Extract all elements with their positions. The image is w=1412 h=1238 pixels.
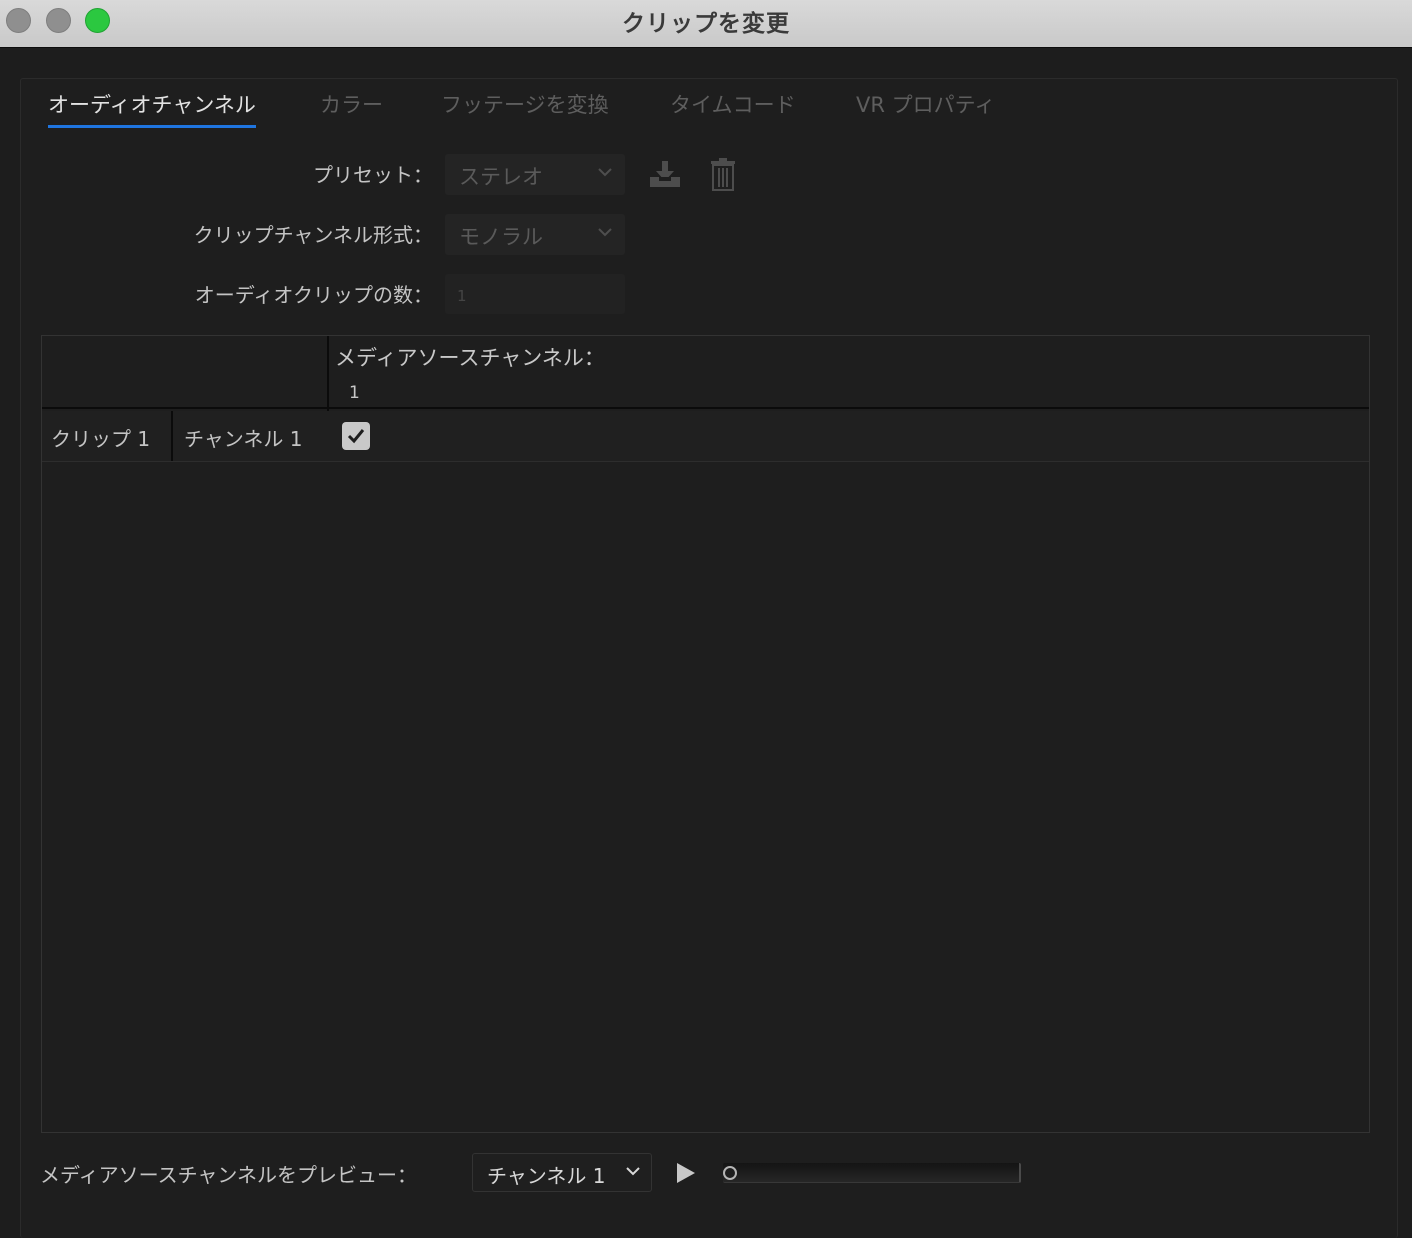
clip-cell: クリップ 1 [51, 427, 151, 451]
audio-clip-count-label: オーディオクリップの数： [194, 283, 433, 307]
tab-color[interactable]: カラー [320, 89, 383, 125]
main-panel: オーディオチャンネル カラー フッテージを変換 タイムコード VR プロパティ … [20, 78, 1398, 1238]
preview-label: メディアソースチャンネルをプレビュー： [40, 1163, 417, 1187]
grid-header: メディアソースチャンネル： 1 [42, 336, 1369, 409]
chevron-down-icon [598, 168, 612, 177]
dialog-content: オーディオチャンネル カラー フッテージを変換 タイムコード VR プロパティ … [0, 49, 1412, 1238]
clip-channel-format-value: モノラル [459, 225, 543, 249]
preview-playback-slider[interactable] [723, 1163, 1021, 1183]
source-channel-number: 1 [349, 383, 360, 403]
chevron-down-icon [598, 228, 612, 237]
channel-mapping-checkbox[interactable] [342, 422, 370, 450]
media-source-channel-header: メディアソースチャンネル： [335, 346, 605, 370]
slider-thumb[interactable] [723, 1166, 737, 1180]
trash-icon [711, 158, 735, 191]
preview-channel-value: チャンネル 1 [487, 1164, 606, 1188]
preset-value: ステレオ [459, 165, 543, 189]
delete-preset-button[interactable] [710, 157, 736, 195]
tab-audio-channels[interactable]: オーディオチャンネル [48, 89, 256, 128]
save-preset-button[interactable] [648, 159, 682, 193]
play-icon [677, 1163, 695, 1183]
clip-channel-format-dropdown[interactable]: モノラル [445, 214, 625, 255]
column-divider [171, 411, 173, 461]
checkmark-icon [347, 429, 365, 444]
tab-timecode[interactable]: タイムコード [670, 89, 796, 125]
preset-dropdown[interactable]: ステレオ [445, 154, 625, 195]
clip-channel-format-label: クリップチャンネル形式： [193, 223, 433, 247]
tab-interpret-footage[interactable]: フッテージを変換 [441, 89, 609, 125]
window-title: クリップを変更 [622, 11, 790, 37]
preview-channel-dropdown[interactable]: チャンネル 1 [472, 1153, 652, 1192]
download-icon [650, 161, 680, 187]
preset-label: プリセット： [313, 163, 433, 187]
title-bar: クリップを変更 [0, 0, 1412, 48]
chevron-down-icon [626, 1167, 640, 1176]
tab-vr-properties[interactable]: VR プロパティ [856, 89, 995, 125]
channel-cell: チャンネル 1 [184, 427, 303, 451]
audio-clip-count-input[interactable]: 1 [445, 274, 625, 314]
channel-mapping-grid: メディアソースチャンネル： 1 クリップ 1 チャンネル 1 [41, 335, 1370, 1133]
play-button[interactable] [676, 1162, 696, 1188]
